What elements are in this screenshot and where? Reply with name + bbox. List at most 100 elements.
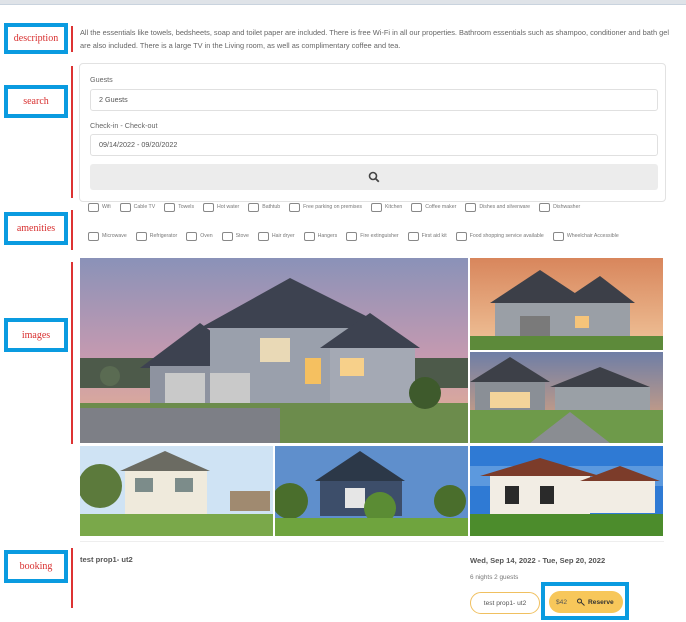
annotation-images-label: images — [21, 329, 51, 341]
hot-water-icon — [203, 202, 215, 212]
stove-icon — [221, 231, 233, 241]
images-booking-divider — [80, 541, 664, 542]
house-photo-3[interactable] — [470, 352, 663, 443]
house-photo-4[interactable] — [80, 446, 273, 536]
dishes-icon — [465, 202, 477, 212]
amenity-label: First aid kit — [421, 233, 447, 239]
annotation-description: description — [4, 23, 68, 54]
annotation-booking: booking — [4, 550, 68, 583]
amenity-label: Coffee maker — [425, 204, 457, 210]
fire-extinguisher-icon — [346, 231, 358, 241]
amenity-label: Dishwasher — [553, 204, 581, 210]
amenity-item: Coffee maker — [411, 202, 457, 212]
annotation-images: images — [4, 318, 68, 352]
price-label: $42 — [556, 598, 568, 606]
house-photo-6[interactable] — [470, 446, 663, 536]
reserve-button[interactable]: $42 Reserve — [549, 591, 623, 613]
search-card: Guests 2 Guests Check-in - Check-out 09/… — [79, 63, 666, 202]
amenity-item: Bathtub — [248, 202, 280, 212]
property-pill[interactable]: test prop1- ut2 — [470, 592, 540, 614]
amenity-label: Stove — [235, 233, 249, 239]
top-border — [0, 0, 686, 5]
house-photo-2[interactable] — [470, 258, 663, 350]
annotation-search-label: search — [23, 96, 49, 107]
amenity-label: Oven — [200, 233, 213, 239]
property-description: All the essentials like towels, bedsheet… — [80, 28, 669, 50]
shopping-bag-icon — [455, 231, 467, 241]
wifi-icon — [88, 202, 99, 212]
amenities-row-2: Microwave Refrigerator Oven Stove Hair dryer… — [88, 228, 678, 244]
booking-marker — [71, 548, 73, 608]
amenities-marker — [71, 210, 73, 250]
annotation-search: search — [4, 85, 68, 118]
amenity-item: Refrigerator — [135, 231, 178, 241]
booking-summary: 6 nights 2 guests — [470, 574, 519, 581]
amenity-label: Hot water — [217, 204, 240, 210]
amenity-item: Wheelchair Accessible — [552, 231, 619, 241]
coffee-maker-icon — [411, 202, 423, 212]
amenity-item: First aid kit — [407, 231, 447, 241]
annotation-booking-label: booking — [19, 561, 53, 572]
amenity-item: Food shopping service available — [455, 231, 544, 241]
microwave-icon — [88, 231, 99, 241]
amenity-label: Hair dryer — [271, 233, 295, 239]
amenity-item: Dishes and silverware — [465, 202, 531, 212]
amenity-label: Hangers — [317, 233, 338, 239]
amenity-label: Wheelchair Accessible — [566, 233, 619, 239]
first-aid-icon — [407, 231, 419, 241]
annotation-amenities: amenities — [4, 212, 68, 245]
amenity-item: Dishwasher — [539, 202, 581, 212]
amenity-item: Hair dryer — [257, 231, 295, 241]
annotation-amenities-label: amenities — [16, 223, 56, 234]
wheelchair-icon — [552, 231, 564, 241]
hair-dryer-icon — [257, 231, 269, 241]
amenity-item: Towels — [164, 202, 195, 212]
house-photo-5[interactable] — [275, 446, 468, 536]
amenity-label: Towels — [178, 204, 195, 210]
search-button[interactable] — [90, 164, 658, 190]
amenity-item: Cable TV — [119, 202, 156, 212]
dates-field[interactable]: 09/14/2022 - 09/20/2022 — [90, 134, 658, 156]
description-marker — [71, 26, 73, 52]
amenities-row-1: Wifi Cable TV Towels Hot water Bathtub Free p… — [88, 199, 678, 215]
guests-label: Guests — [90, 75, 113, 84]
amenity-item: Microwave — [88, 231, 127, 241]
dishwasher-icon — [539, 202, 551, 212]
booking-property-title: test prop1- ut2 — [80, 555, 133, 564]
parking-icon — [289, 202, 301, 212]
reserve-highlight: $42 Reserve — [541, 582, 629, 620]
guests-field[interactable]: 2 Guests — [90, 89, 658, 111]
key-icon — [577, 598, 585, 606]
reserve-label: Reserve — [588, 598, 614, 606]
towel-icon — [164, 202, 176, 212]
amenity-label: Kitchen — [384, 204, 403, 210]
amenity-label: Microwave — [102, 233, 127, 239]
main-house-photo[interactable] — [80, 258, 468, 443]
search-marker — [71, 66, 73, 198]
amenity-item: Kitchen — [370, 202, 403, 212]
dates-label: Check-in - Check-out — [90, 121, 158, 130]
annotation-description-label: description — [13, 33, 59, 44]
amenity-item: Hot water — [203, 202, 240, 212]
amenity-item: Stove — [221, 231, 249, 241]
amenity-label: Free parking on premises — [303, 204, 362, 210]
booking-dates: Wed, Sep 14, 2022 - Tue, Sep 20, 2022 — [470, 556, 606, 565]
amenity-label: Food shopping service available — [469, 233, 544, 239]
search-icon — [368, 171, 380, 183]
amenity-label: Fire extinguisher — [360, 233, 399, 239]
images-marker — [71, 262, 73, 444]
amenity-label: Wifi — [102, 204, 111, 210]
amenity-item: Fire extinguisher — [346, 231, 399, 241]
hanger-icon — [303, 231, 315, 241]
tv-icon — [119, 202, 131, 212]
amenity-label: Refrigerator — [149, 233, 178, 239]
oven-icon — [186, 231, 198, 241]
amenity-label: Dishes and silverware — [479, 204, 531, 210]
amenity-item: Wifi — [88, 202, 111, 212]
bathtub-icon — [248, 202, 260, 212]
amenity-label: Cable TV — [133, 204, 156, 210]
amenity-item: Oven — [186, 231, 213, 241]
amenity-item: Free parking on premises — [289, 202, 362, 212]
amenity-item: Hangers — [303, 231, 338, 241]
refrigerator-icon — [135, 231, 147, 241]
